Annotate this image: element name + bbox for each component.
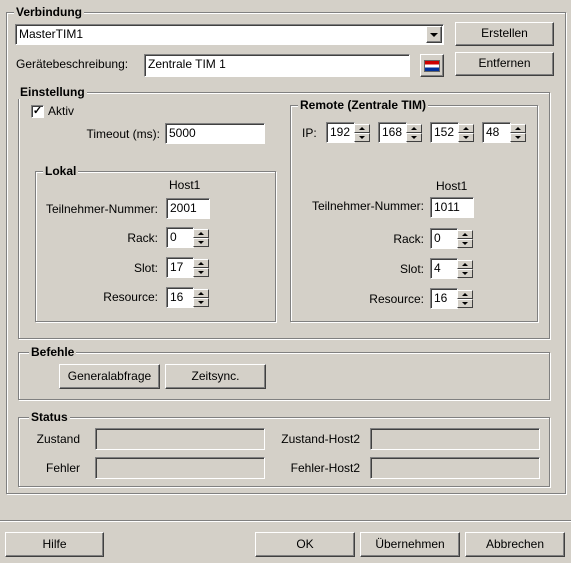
remote-rack-label: Rack:: [393, 232, 424, 246]
spin-up-icon[interactable]: [354, 124, 370, 133]
remote-rack-value: 0: [434, 231, 441, 245]
spin-down-icon[interactable]: [457, 269, 473, 278]
remote-ip-octet-4[interactable]: 48: [482, 122, 511, 143]
zustand-host2-label: Zustand-Host2: [281, 432, 360, 446]
spin-up-icon[interactable]: [406, 124, 422, 133]
lokal-teilnehmer-value: 2001: [170, 201, 197, 215]
description-value: Zentrale TIM 1: [148, 57, 226, 71]
spin-down-icon[interactable]: [457, 299, 473, 308]
fehler-host2-field: [370, 457, 540, 479]
lokal-rack-label: Rack:: [127, 231, 158, 245]
remote-resource-label: Resource:: [369, 292, 424, 306]
timeout-input[interactable]: 5000: [165, 123, 265, 144]
ok-button[interactable]: OK: [255, 532, 355, 557]
spin-down-icon[interactable]: [510, 133, 526, 142]
spin-down-icon[interactable]: [193, 268, 209, 277]
spin-up-icon[interactable]: [510, 124, 526, 133]
description-input[interactable]: Zentrale TIM 1: [144, 54, 410, 77]
remote-host-header: Host1: [436, 179, 468, 193]
timeout-label: Timeout (ms):: [86, 127, 160, 141]
generalabfrage-button[interactable]: Generalabfrage: [59, 364, 160, 389]
lokal-teilnehmer-input[interactable]: 2001: [166, 198, 210, 219]
verbindung-legend: Verbindung: [14, 5, 84, 19]
einstellung-legend: Einstellung: [18, 85, 87, 99]
lokal-teilnehmer-label: Teilnehmer-Nummer:: [45, 202, 158, 216]
remote-resource-value: 16: [434, 291, 448, 305]
lokal-host-header: Host1: [169, 178, 201, 192]
lokal-rack-input[interactable]: 0: [166, 227, 194, 248]
spin-down-icon[interactable]: [458, 133, 474, 142]
remote-slot-input[interactable]: 4: [430, 258, 458, 279]
remote-teilnehmer-input[interactable]: 1011: [430, 197, 474, 218]
spin-up-icon[interactable]: [193, 289, 209, 298]
lokal-slot-input[interactable]: 17: [166, 257, 194, 278]
zustand-field: [95, 428, 265, 450]
spin-down-icon[interactable]: [457, 239, 473, 248]
remote-rack-input[interactable]: 0: [430, 228, 458, 249]
remote-ip-label: IP:: [302, 126, 317, 140]
chevron-down-icon: [430, 32, 438, 37]
lokal-slot-value: 17: [170, 260, 184, 274]
remote-teilnehmer-value: 1011: [434, 200, 460, 214]
zustand-host2-field: [370, 428, 540, 450]
lokal-resource-value: 16: [170, 290, 184, 304]
description-label: Gerätebeschreibung:: [16, 57, 129, 71]
remote-ip-octet-1[interactable]: 192: [326, 122, 355, 143]
footer-divider: [0, 520, 571, 522]
remote-ip-octet-2[interactable]: 168: [378, 122, 407, 143]
flag-icon: [424, 59, 440, 72]
fehler-host2-label: Fehler-Host2: [290, 461, 360, 475]
zustand-label: Zustand: [36, 432, 80, 446]
ip-octet-1-value: 192: [330, 125, 351, 139]
ip-octet-2-value: 168: [382, 125, 403, 139]
spin-down-icon[interactable]: [406, 133, 422, 142]
connection-dropdown-button[interactable]: [426, 26, 442, 43]
zeitsync-button[interactable]: Zeitsync.: [165, 364, 266, 389]
spin-up-icon[interactable]: [457, 230, 473, 239]
spin-down-icon[interactable]: [193, 298, 209, 307]
spin-up-icon[interactable]: [193, 229, 209, 238]
spin-up-icon[interactable]: [458, 124, 474, 133]
remote-slot-value: 4: [434, 261, 441, 275]
lokal-rack-value: 0: [170, 230, 177, 244]
fehler-label: Fehler: [45, 461, 80, 475]
spin-up-icon[interactable]: [457, 290, 473, 299]
timeout-value: 5000: [169, 126, 196, 140]
ip-octet-3-value: 152: [434, 125, 455, 139]
lokal-legend: Lokal: [43, 164, 79, 178]
apply-button[interactable]: Übernehmen: [360, 532, 460, 557]
lokal-resource-label: Resource:: [103, 290, 158, 304]
status-legend: Status: [29, 410, 70, 424]
lokal-resource-input[interactable]: 16: [166, 287, 194, 308]
remote-legend: Remote (Zentrale TIM): [298, 98, 429, 112]
connection-select-value: MasterTIM1: [19, 27, 84, 41]
aktiv-label: Aktiv: [48, 104, 75, 118]
spin-up-icon[interactable]: [457, 260, 473, 269]
remove-button[interactable]: Entfernen: [455, 52, 554, 76]
spin-up-icon[interactable]: [193, 259, 209, 268]
create-button[interactable]: Erstellen: [455, 22, 554, 46]
help-button[interactable]: Hilfe: [5, 532, 104, 557]
aktiv-checkbox[interactable]: ✓: [31, 105, 44, 118]
language-flag-button[interactable]: [420, 54, 444, 77]
spin-down-icon[interactable]: [193, 238, 209, 247]
connection-select[interactable]: MasterTIM1: [15, 24, 444, 45]
remote-ip-octet-3[interactable]: 152: [430, 122, 459, 143]
lokal-slot-label: Slot:: [133, 261, 158, 275]
spin-down-icon[interactable]: [354, 133, 370, 142]
ip-octet-4-value: 48: [486, 125, 500, 139]
remote-slot-label: Slot:: [399, 262, 424, 276]
fehler-field: [95, 457, 265, 479]
befehle-legend: Befehle: [29, 345, 77, 359]
cancel-button[interactable]: Abbrechen: [465, 532, 565, 557]
remote-teilnehmer-label: Teilnehmer-Nummer:: [311, 199, 424, 213]
remote-resource-input[interactable]: 16: [430, 288, 458, 309]
